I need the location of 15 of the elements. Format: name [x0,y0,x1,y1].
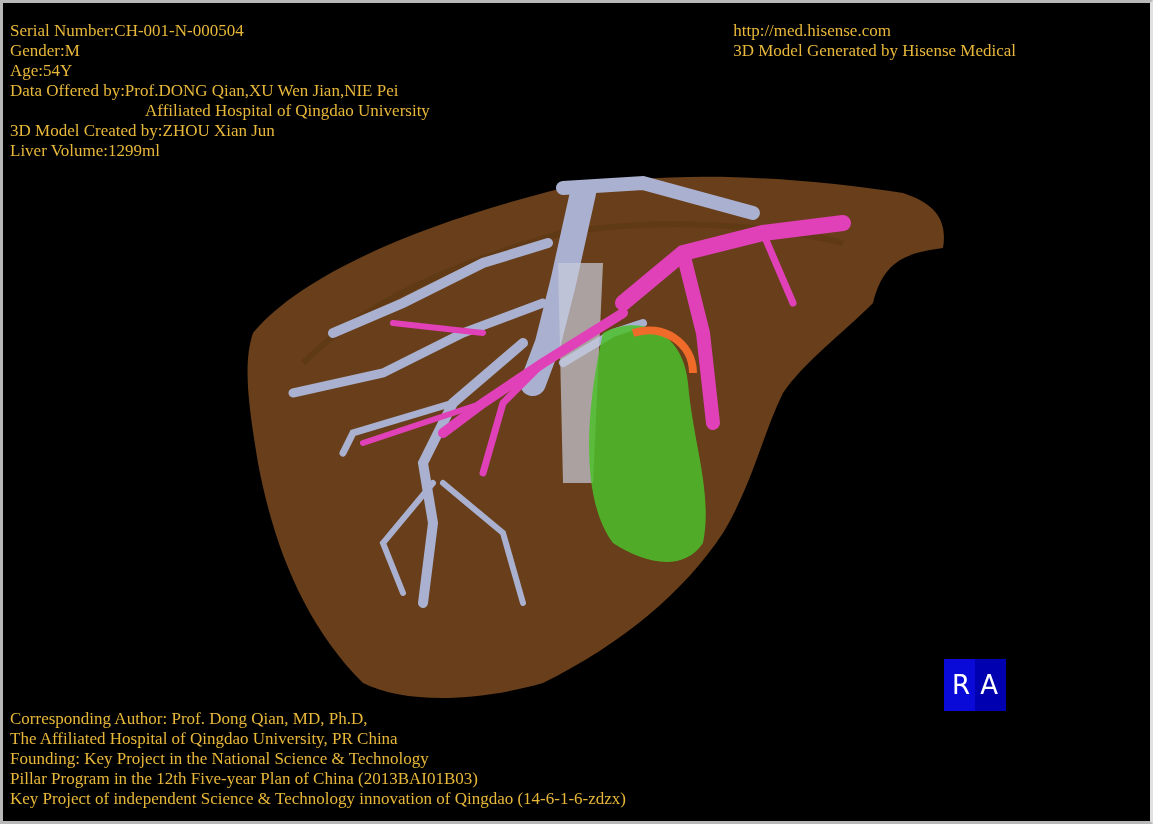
info-text: Affiliated Hospital of Qingdao University [145,101,430,121]
credit-text: The Affiliated Hospital of Qingdao University, PR China [10,729,398,749]
info-text: 3D Model Created by:ZHOU Xian Jun [10,121,275,141]
orientation-cube[interactable]: R A [944,659,1006,711]
credit-text: Corresponding Author: Prof. Dong Qian, MD, Ph.D, [10,709,368,729]
info-text: Liver Volume:1299ml [10,141,160,161]
credit-text: Founding: Key Project in the National Science & Technology [10,749,429,769]
credit-text: Key Project of independent Science & Technology innovation of Qingdao (14-6-1-6-zdzx) [10,789,626,809]
info-text: Serial Number:CH-001-N-000504 [10,21,244,41]
credit-text: Pillar Program in the 12th Five-year Plan of China (2013BAI01B03) [10,769,478,789]
info-text: Gender:M [10,41,80,61]
info-text: Age:54Y [10,61,73,81]
info-text: Data Offered by:Prof.DONG Qian,XU Wen Jian,NIE Pei [10,81,399,101]
info-text: 3D Model Generated by Hisense Medical [733,41,1016,61]
info-text: http://med.hisense.com [733,21,891,41]
